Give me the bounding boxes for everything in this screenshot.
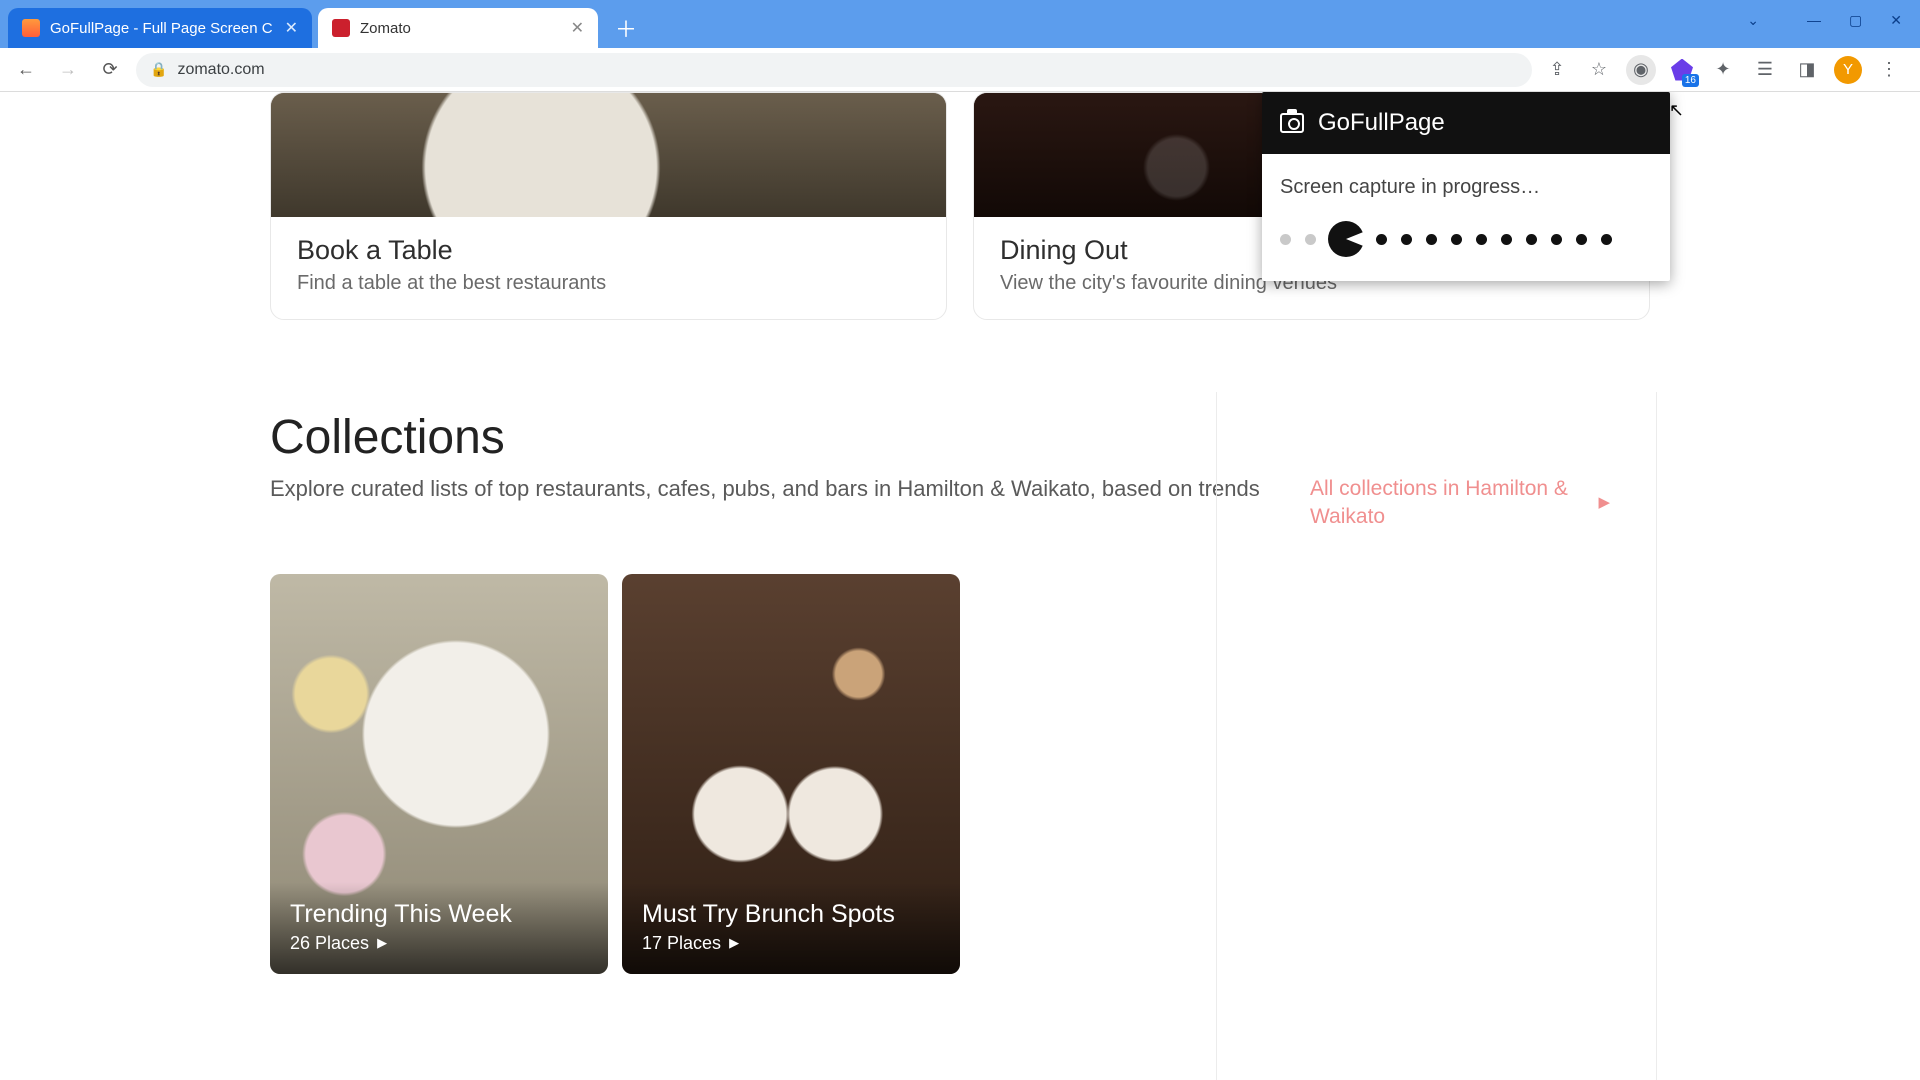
progress-dot — [1280, 234, 1291, 245]
browser-tab-bar: GoFullPage - Full Page Screen C ✕ Zomato… — [0, 0, 1920, 48]
favicon-icon — [332, 19, 350, 37]
progress-dot — [1551, 234, 1562, 245]
progress-dot — [1476, 234, 1487, 245]
gofullpage-extension-icon[interactable]: ◉ — [1626, 55, 1656, 85]
tab-search-icon[interactable]: ⌄ — [1747, 12, 1759, 29]
extensions-icon[interactable]: ✦ — [1708, 55, 1738, 85]
share-icon[interactable]: ⇪ — [1542, 55, 1572, 85]
progress-dot — [1401, 234, 1412, 245]
url-text: zomato.com — [177, 61, 1518, 79]
progress-dot — [1305, 234, 1316, 245]
popup-title: GoFullPage — [1318, 109, 1445, 137]
hero-card-subtitle: Find a table at the best restaurants — [297, 272, 920, 295]
browser-tab-zomato[interactable]: Zomato ✕ — [318, 8, 598, 48]
forward-button[interactable]: → — [52, 54, 84, 86]
progress-dots — [1280, 221, 1652, 257]
collection-cards-row: Trending This Week 26 Places ▶ Must Try … — [270, 574, 1650, 974]
divider-line — [1216, 392, 1217, 1080]
close-icon[interactable]: ✕ — [285, 18, 298, 38]
caret-right-icon: ▶ — [1598, 493, 1610, 513]
toolbar-right-icons: ⇪ ☆ ◉ 16 ✦ ☰ ◨ Y ⋮ — [1542, 55, 1910, 85]
profile-avatar[interactable]: Y — [1834, 56, 1862, 84]
maximize-icon[interactable]: ▢ — [1849, 12, 1862, 29]
progress-dot — [1451, 234, 1462, 245]
divider-line — [1656, 392, 1657, 1080]
all-collections-link-text: All collections in Hamilton & Waikato — [1310, 475, 1586, 532]
browser-toolbar: ← → ⟳ 🔒 zomato.com ⇪ ☆ ◉ 16 ✦ ☰ ◨ Y ⋮ — [0, 48, 1920, 92]
hero-card-title: Book a Table — [297, 235, 920, 266]
collection-card-title: Trending This Week — [290, 900, 588, 929]
collection-card-title: Must Try Brunch Spots — [642, 900, 940, 929]
extension-badge-icon[interactable]: 16 — [1668, 56, 1696, 84]
lock-icon: 🔒 — [150, 61, 167, 78]
page-viewport: Book a Table Find a table at the best re… — [0, 92, 1920, 1080]
collection-card-trending[interactable]: Trending This Week 26 Places ▶ — [270, 574, 608, 974]
progress-dot — [1526, 234, 1537, 245]
all-collections-link[interactable]: All collections in Hamilton & Waikato ▶ — [1310, 475, 1610, 532]
collection-card-brunch[interactable]: Must Try Brunch Spots 17 Places ▶ — [622, 574, 960, 974]
popup-header: GoFullPage — [1262, 92, 1670, 154]
minimize-icon[interactable]: — — [1807, 12, 1821, 28]
collection-card-places: 17 Places ▶ — [642, 933, 940, 954]
collections-subheading: Explore curated lists of top restaurants… — [270, 473, 1290, 505]
progress-dot — [1576, 234, 1587, 245]
hero-image — [271, 93, 946, 217]
popup-message: Screen capture in progress… — [1280, 176, 1652, 199]
extension-badge-count: 16 — [1682, 74, 1699, 87]
reload-button[interactable]: ⟳ — [94, 54, 126, 86]
bookmark-icon[interactable]: ☆ — [1584, 55, 1614, 85]
hero-card-book-a-table[interactable]: Book a Table Find a table at the best re… — [270, 92, 947, 320]
progress-dot — [1426, 234, 1437, 245]
favicon-icon — [22, 19, 40, 37]
tab-title: Zomato — [360, 20, 559, 37]
caret-right-icon: ▶ — [377, 935, 387, 951]
progress-dot — [1601, 234, 1612, 245]
back-button[interactable]: ← — [10, 54, 42, 86]
camera-icon — [1280, 113, 1304, 133]
close-window-icon[interactable]: ✕ — [1890, 12, 1902, 29]
progress-dot — [1376, 234, 1387, 245]
tab-title: GoFullPage - Full Page Screen C — [50, 20, 273, 37]
reading-list-icon[interactable]: ☰ — [1750, 55, 1780, 85]
pacman-icon — [1328, 221, 1364, 257]
side-panel-icon[interactable]: ◨ — [1792, 55, 1822, 85]
window-controls: ⌄ — ▢ ✕ — [1747, 0, 1920, 40]
collection-card-places: 26 Places ▶ — [290, 933, 588, 954]
close-icon[interactable]: ✕ — [571, 18, 584, 38]
collections-heading: Collections — [270, 410, 1650, 465]
progress-dot — [1501, 234, 1512, 245]
mouse-cursor-icon: ↖ — [1669, 100, 1684, 121]
caret-right-icon: ▶ — [729, 935, 739, 951]
address-bar[interactable]: 🔒 zomato.com — [136, 53, 1532, 87]
new-tab-button[interactable]: ＋ — [608, 10, 644, 46]
chrome-menu-icon[interactable]: ⋮ — [1874, 55, 1904, 85]
gofullpage-popup: GoFullPage Screen capture in progress… — [1262, 92, 1670, 281]
browser-tab-gofullpage[interactable]: GoFullPage - Full Page Screen C ✕ — [8, 8, 312, 48]
